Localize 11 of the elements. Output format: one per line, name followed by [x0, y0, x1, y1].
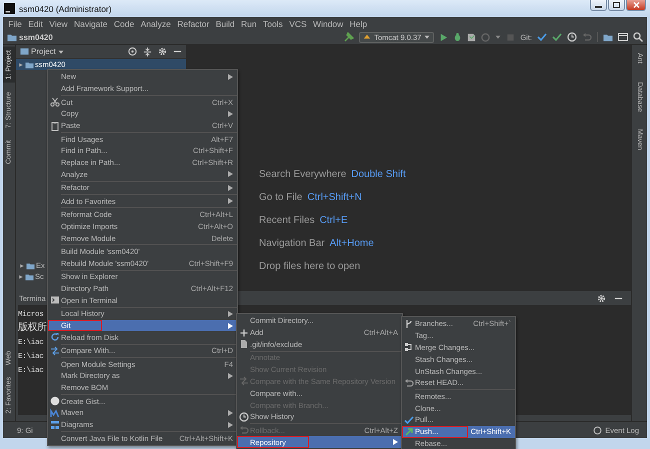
- shortcut-text: Ctrl+Shift+N: [307, 192, 362, 203]
- terminal-line: 版权所: [18, 323, 46, 335]
- window-title: ssm0420 (Administrator): [19, 4, 113, 14]
- hint-text: Search Everywhere: [259, 169, 346, 180]
- hint-text: Go to File: [259, 192, 302, 203]
- hint-text: Drop files here to open: [259, 261, 360, 272]
- shortcut-text: Ctrl+E: [320, 215, 348, 226]
- shortcut-text: Double Shift: [351, 169, 406, 180]
- hint-text: Recent Files: [259, 215, 315, 226]
- hint-text: Navigation Bar: [259, 238, 325, 249]
- shortcut-text: Alt+Home: [330, 238, 374, 249]
